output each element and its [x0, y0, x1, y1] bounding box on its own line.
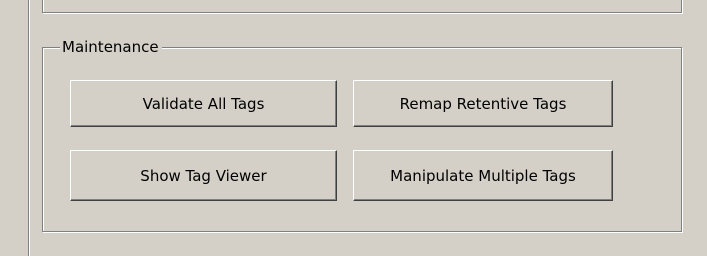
show-tag-viewer-button[interactable]: Show Tag Viewer	[70, 150, 337, 201]
maintenance-group-title: Maintenance	[60, 37, 162, 57]
manipulate-multiple-tags-button[interactable]: Manipulate Multiple Tags	[353, 150, 613, 201]
previous-group-box	[42, 0, 682, 13]
validate-all-tags-button[interactable]: Validate All Tags	[70, 80, 337, 127]
panel-edge	[28, 0, 30, 256]
remap-retentive-tags-button[interactable]: Remap Retentive Tags	[353, 80, 613, 127]
maintenance-group-box	[42, 47, 682, 232]
